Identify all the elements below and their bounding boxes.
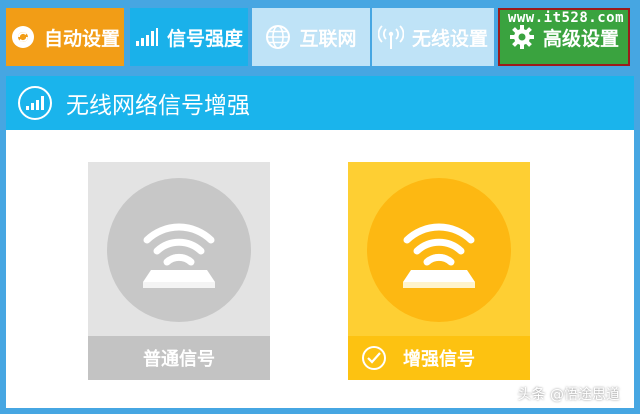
- gear-refresh-icon: [10, 24, 36, 50]
- tab-label: 自动设置: [43, 27, 120, 50]
- router-settings-window: 自动设置 信号强度 互联网 无线设置 高级设置 www.it528.com 无线…: [0, 0, 640, 414]
- option-label-bar: 普通信号: [88, 336, 270, 380]
- source-credit: 头条 @悟途思道: [517, 387, 620, 403]
- option-boost-signal[interactable]: 增强信号: [348, 162, 530, 380]
- option-label-bar: 增强信号: [348, 336, 530, 380]
- tab-label: 信号强度: [166, 27, 243, 50]
- tab-auto-settings[interactable]: 自动设置: [6, 8, 124, 66]
- option-normal-signal[interactable]: 普通信号: [88, 162, 270, 380]
- antenna-icon: [377, 24, 404, 50]
- tab-signal-strength[interactable]: 信号强度: [130, 8, 248, 66]
- wifi-router-icon: [107, 178, 251, 322]
- tab-internet[interactable]: 互联网: [252, 8, 370, 66]
- site-watermark: www.it528.com: [507, 10, 624, 26]
- panel-header: 无线网络信号增强: [6, 76, 634, 130]
- option-label: 普通信号: [143, 349, 215, 370]
- gear-icon: [509, 24, 535, 50]
- tab-label: 高级设置: [542, 27, 619, 50]
- signal-bars-icon: [18, 86, 52, 120]
- signal-boost-panel: 无线网络信号增强 普通信号 增强信号 头条 @悟途思道: [6, 76, 634, 408]
- globe-icon: [265, 24, 291, 50]
- option-label: 增强信号: [403, 349, 475, 370]
- page-title: 无线网络信号增强: [66, 93, 250, 119]
- tab-wireless-settings[interactable]: 无线设置: [372, 8, 494, 66]
- tab-label: 互联网: [299, 27, 357, 50]
- signal-bars-icon: [135, 27, 159, 47]
- wifi-router-icon: [367, 178, 511, 322]
- tab-label: 无线设置: [411, 27, 488, 50]
- top-tab-bar: 自动设置 信号强度 互联网 无线设置 高级设置 www.it528.com: [6, 4, 634, 66]
- checkmark-icon: [362, 346, 386, 370]
